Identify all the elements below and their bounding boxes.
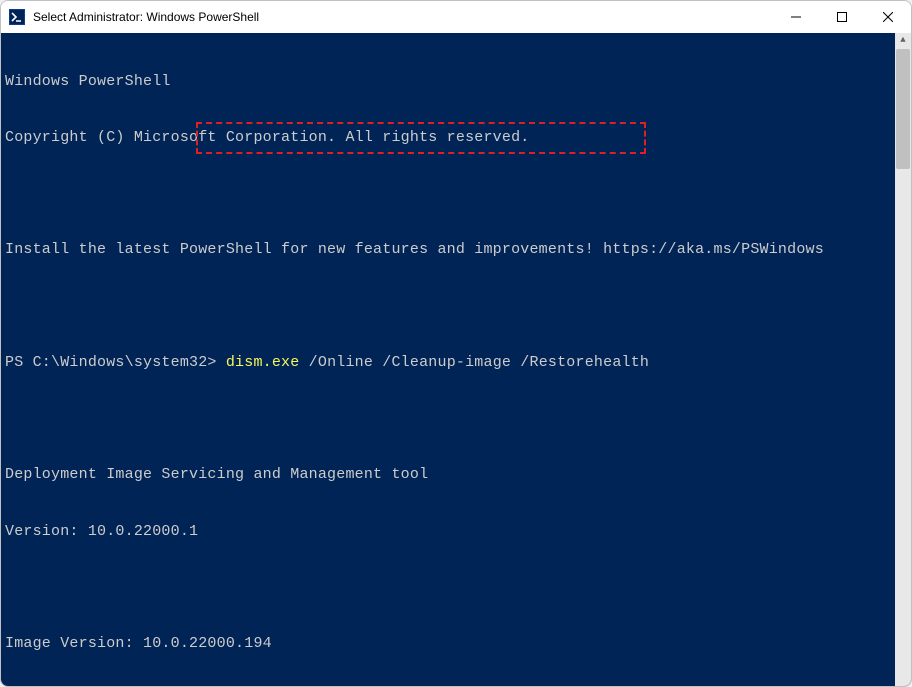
output-line: Version: 10.0.22000.1 xyxy=(5,523,907,542)
terminal-area[interactable]: Windows PowerShell Copyright (C) Microso… xyxy=(1,33,911,687)
command-executable: dism.exe xyxy=(226,354,300,371)
prompt-text: PS C:\Windows\system32> xyxy=(5,354,226,371)
vertical-scrollbar[interactable]: ▲ ▼ xyxy=(895,33,911,687)
command-arguments: /Online /Cleanup-image /Restorehealth xyxy=(299,354,649,371)
close-button[interactable] xyxy=(865,1,911,33)
blank-line xyxy=(5,298,907,317)
output-line: Image Version: 10.0.22000.194 xyxy=(5,635,907,654)
powershell-icon xyxy=(9,9,25,25)
banner-line: Windows PowerShell xyxy=(5,73,907,92)
prompt-line: PS C:\Windows\system32> dism.exe /Online… xyxy=(5,354,907,373)
output-line: Deployment Image Servicing and Managemen… xyxy=(5,466,907,485)
copyright-line: Copyright (C) Microsoft Corporation. All… xyxy=(5,129,907,148)
scrollbar-up-arrow-icon[interactable]: ▲ xyxy=(895,33,911,49)
maximize-button[interactable] xyxy=(819,1,865,33)
powershell-window: Select Administrator: Windows PowerShell… xyxy=(0,0,912,687)
blank-line xyxy=(5,410,907,429)
titlebar[interactable]: Select Administrator: Windows PowerShell xyxy=(1,1,911,33)
scrollbar-thumb[interactable] xyxy=(896,49,910,169)
blank-line xyxy=(5,579,907,598)
window-title: Select Administrator: Windows PowerShell xyxy=(33,10,773,24)
blank-line xyxy=(5,185,907,204)
minimize-button[interactable] xyxy=(773,1,819,33)
install-hint-line: Install the latest PowerShell for new fe… xyxy=(5,241,907,260)
window-controls xyxy=(773,1,911,33)
